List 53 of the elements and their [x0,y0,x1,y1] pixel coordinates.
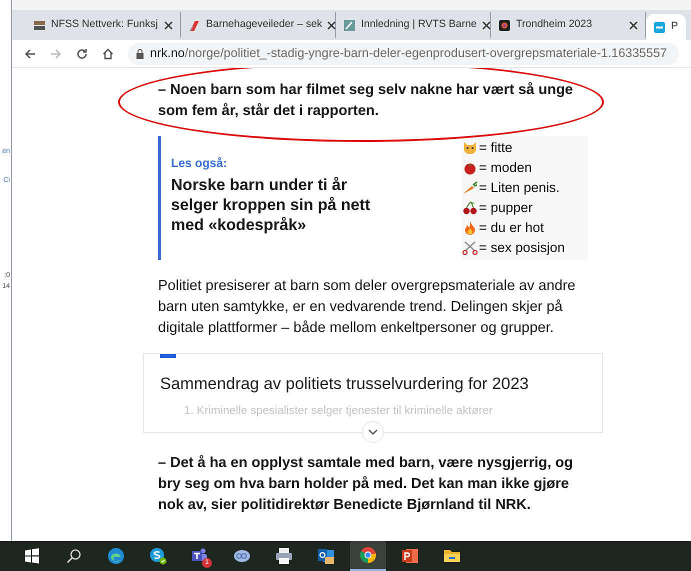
article-paragraph: – Det å ha en opplyst samtale med barn, være nysgjerrig, og bry seg om hva barn holder på med. Det kan man ikke gjøre nok av, sier politidirektør Benedicte Bjørnland til NRK. [158,454,574,515]
legend-text: = pupper [479,198,533,217]
article-paragraph: – Noen barn som har filmet seg selv nakne har vært så unge som fem år, står det i rapporten. [158,81,574,121]
chrome-logo-icon [359,546,377,564]
close-icon[interactable] [482,20,491,30]
fact-list-item: 1. Kriminelle spesialister selger tjenester til kriminelle aktører [183,404,494,419]
lock-icon [136,48,144,58]
cat-emoji-icon [462,141,478,155]
close-icon[interactable] [629,20,638,30]
wave-logo-icon [107,547,125,565]
article-paragraph: Politiet presiserer at barn som deler overgrepsmateriale av andre barn uten samtykke, er en vedvarende trend. Delingen skjer på digitale plattformer – både mellom enkeltpersoner og grupper. [158,277,576,338]
legend-text: = du er hot [479,218,544,237]
reload-icon[interactable] [76,48,88,60]
fire-emoji-icon [462,221,478,235]
browser-tab[interactable]: Trondheim 2023 [491,12,646,38]
related-article-link[interactable]: Norske barn under ti år selger kroppen sin på nett med «kodespråk» [171,176,391,236]
chevron-down-icon [368,429,378,435]
browser-tab[interactable]: NFSS Nettverk: Funksj [26,12,181,38]
envelope-logo-icon [317,547,335,565]
url-text: nrk.no/norge/politiet_-stadig-yngre-barn-deler-egenprodusert-overgrepsmateriale-1.16335557 [150,45,667,62]
tomato-emoji-icon [462,161,478,175]
legend-text: = moden [479,158,532,177]
legend-text: = fitte [479,138,512,157]
chat-bubbles-icon [233,547,251,565]
printer-icon [275,547,293,565]
s-logo-icon [149,547,167,565]
folder-icon [443,547,461,565]
cherries-emoji-icon [462,201,478,215]
fact-box-title: Sammendrag av politiets trusselvurdering for 2023 [160,374,530,395]
scissors-emoji-icon [462,241,478,255]
site-icon [653,20,666,34]
legend-text: = Liten penis. [479,178,560,197]
related-label: Les også: [171,155,228,172]
taskbar-chrome-logo-button[interactable] [350,541,386,571]
browser-tab[interactable]: Innledning | RVTS Barne [336,12,491,38]
browser-tab[interactable]: Barnehageveileder – sek [181,12,336,38]
slides-logo-icon [401,547,419,565]
address-bar[interactable]: nrk.no/norge/politiet_-stadig-yngre-barn-deler-egenprodusert-overgrepsmateriale-1.16335557 [128,42,679,64]
carrot-emoji-icon [462,181,478,195]
browser-tab[interactable]: P [646,14,686,40]
close-icon[interactable] [164,20,173,30]
site-icon [343,18,356,32]
site-icon [188,18,201,32]
legend-text: = sex posisjon [479,238,565,257]
home-icon[interactable] [102,48,114,60]
windows-icon [24,548,40,564]
site-icon [33,18,46,32]
site-icon [498,18,511,32]
search-icon [66,548,82,564]
back-icon[interactable] [24,48,36,60]
accent-bar [160,354,176,358]
expand-button[interactable] [362,421,384,443]
close-icon[interactable] [327,20,336,30]
